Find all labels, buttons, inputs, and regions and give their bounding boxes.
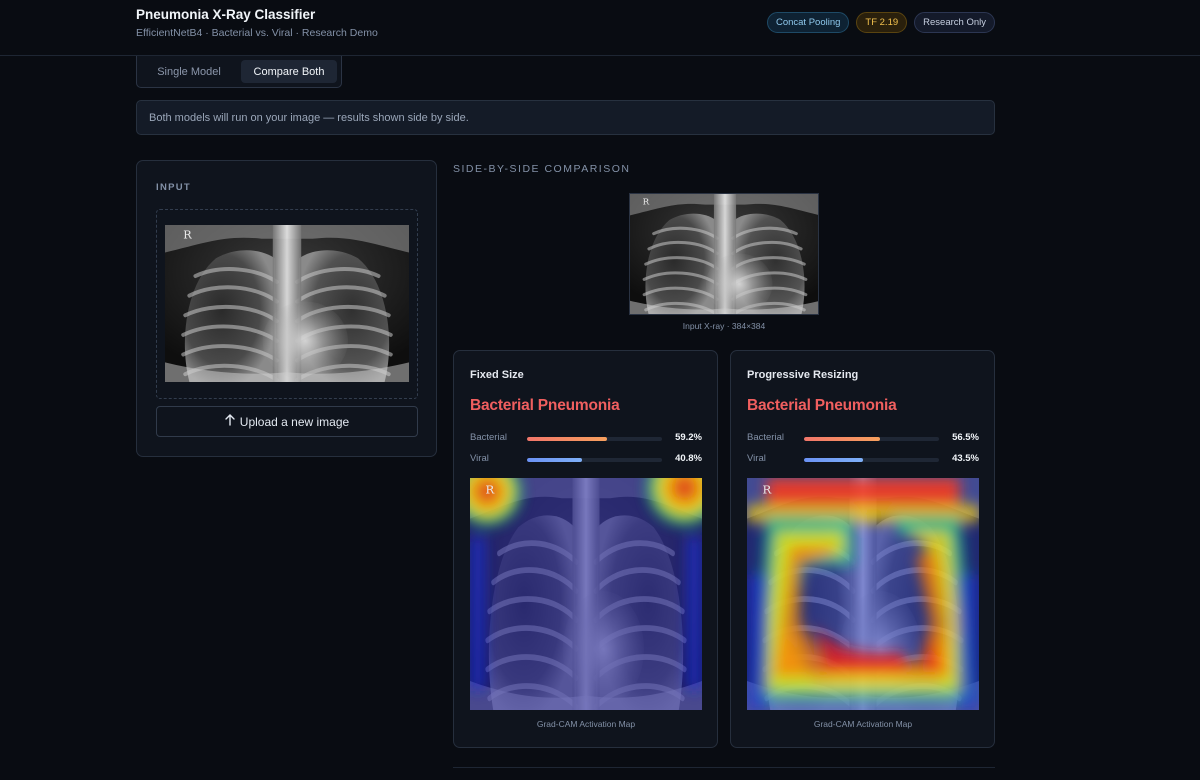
prediction-label: Bacterial Pneumonia — [470, 397, 620, 414]
badge-tf-version: TF 2.19 — [856, 12, 908, 33]
model-card-progressive-resizing: Progressive Resizing Bacterial Pneumonia… — [730, 350, 995, 748]
card-title: Fixed Size — [470, 369, 524, 381]
badge-group: Concat Pooling TF 2.19 Research Only — [766, 12, 995, 33]
prob-label: Viral — [470, 453, 489, 464]
preview-xray-image: R — [629, 193, 819, 315]
prob-label: Viral — [747, 453, 766, 464]
prob-label: Bacterial — [747, 432, 784, 443]
app-title: Pneumonia X-Ray Classifier — [136, 7, 316, 22]
comparison-label: SIDE-BY-SIDE COMPARISON — [453, 163, 631, 175]
prob-bar-fill — [804, 458, 863, 462]
gradcam-caption: Grad-CAM Activation Map — [536, 719, 636, 729]
info-banner: Both models will run on your image — res… — [136, 100, 995, 135]
app-subtitle: EfficientNetB4 · Bacterial vs. Viral · R… — [136, 27, 378, 39]
prob-value: 43.5% — [952, 453, 979, 464]
tab-compare-both[interactable]: Compare Both — [241, 60, 337, 83]
badge-pooling: Concat Pooling — [766, 12, 850, 33]
gradcam-caption: Grad-CAM Activation Map — [813, 719, 913, 729]
model-card-fixed-size: Fixed Size Bacterial Pneumonia Bacterial… — [453, 350, 718, 748]
upload-button-label: Upload a new image — [239, 414, 350, 429]
prob-bar-fill — [527, 458, 583, 462]
prob-bar-track — [527, 437, 662, 441]
preview-caption: Input X-ray · 384×384 — [682, 321, 766, 331]
tab-single-model[interactable]: Single Model — [141, 60, 237, 83]
input-panel: INPUT R Upload a new image — [136, 160, 437, 457]
gradcam-map-progressive: R — [747, 478, 979, 710]
xray-marker: R — [762, 482, 771, 496]
prob-bar-fill — [527, 437, 607, 441]
prob-bar-track — [804, 458, 939, 462]
gradcam-map-fixed: R — [470, 478, 702, 710]
prob-row-bacterial: Bacterial 59.2% — [470, 432, 702, 446]
card-title: Progressive Resizing — [747, 369, 859, 381]
prediction-label: Bacterial Pneumonia — [747, 397, 897, 414]
mode-toggle: Single Model Compare Both — [136, 56, 342, 88]
xray-marker: R — [183, 229, 192, 242]
prob-value: 59.2% — [675, 432, 702, 443]
info-text: Both models will run on your image — res… — [149, 111, 469, 124]
xray-marker: R — [485, 482, 494, 496]
prob-value: 40.8% — [675, 453, 702, 464]
prob-bar-track — [527, 458, 662, 462]
arrow-up-icon — [225, 414, 235, 429]
prob-row-bacterial: Bacterial 56.5% — [747, 432, 979, 446]
image-drop-zone[interactable]: R — [156, 209, 418, 399]
prob-bar-fill — [804, 437, 881, 441]
prob-row-viral: Viral 43.5% — [747, 453, 979, 467]
prob-value: 56.5% — [952, 432, 979, 443]
input-label: INPUT — [156, 182, 191, 193]
app-header: Pneumonia X-Ray Classifier EfficientNetB… — [0, 0, 1200, 56]
input-xray-image: R — [165, 225, 409, 382]
badge-research-only: Research Only — [914, 12, 995, 33]
section-divider — [453, 767, 995, 768]
upload-button[interactable]: Upload a new image — [156, 406, 418, 437]
prob-label: Bacterial — [470, 432, 507, 443]
xray-marker: R — [643, 198, 650, 208]
prob-row-viral: Viral 40.8% — [470, 453, 702, 467]
prob-bar-track — [804, 437, 939, 441]
